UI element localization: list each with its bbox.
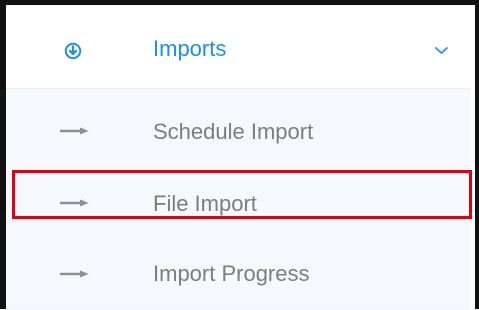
- imports-label: Imports: [153, 36, 227, 61]
- download-circle-icon: [64, 42, 82, 60]
- chevron-down-icon[interactable]: [434, 46, 449, 56]
- file-import-item[interactable]: File Import: [6, 162, 471, 235]
- import-progress-item[interactable]: Import Progress: [6, 235, 471, 308]
- arrow-right-icon: [60, 127, 89, 135]
- arrow-right-icon: [60, 199, 89, 207]
- schedule-import-item[interactable]: Schedule Import: [6, 89, 471, 162]
- file-import-label: File Import: [153, 191, 257, 216]
- arrow-right-icon: [60, 270, 89, 278]
- imports-menu-header[interactable]: Imports: [6, 5, 471, 89]
- schedule-import-label: Schedule Import: [153, 119, 314, 144]
- import-progress-label: Import Progress: [153, 261, 310, 286]
- imports-menu: Imports Schedule Import File Import Impo…: [6, 5, 471, 310]
